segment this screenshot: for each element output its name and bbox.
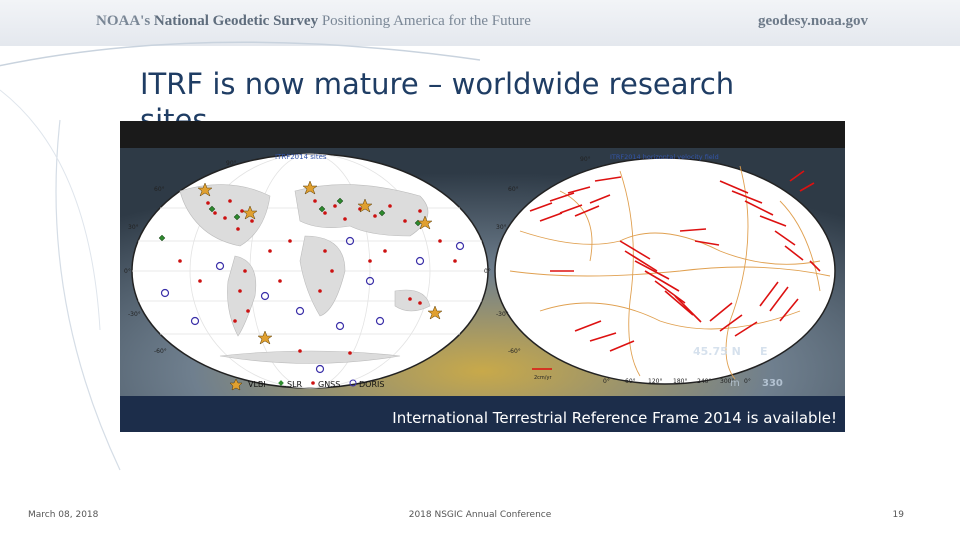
vel-lon-label-60: 60° (625, 378, 636, 385)
vel-lon-label-0: 0° (603, 378, 610, 385)
overlay-readout: 45.75 N (693, 345, 741, 358)
vel-lat-label-0: 0° (484, 268, 491, 275)
legend-doris: DORIS (359, 380, 384, 389)
lat-label-90: 90° (226, 160, 237, 167)
overlay-number: 330 (762, 378, 783, 389)
vel-lon-label-120: 120° (648, 378, 662, 385)
header-website: geodesy.noaa.gov (757, 13, 868, 29)
figure-caption: International Terrestrial Reference Fram… (392, 409, 837, 427)
velocity-scale-label: 2cm/yr (534, 375, 552, 381)
footer-conference: 2018 NSGIC Annual Conference (408, 510, 552, 520)
footer-page-number: 19 (892, 510, 904, 520)
vel-lon-label-240: 240° (697, 378, 711, 385)
legend-gnss: GNSS (318, 380, 340, 389)
legend-vlbi: VLBI (248, 380, 266, 389)
itrf-figure: ITRF2014 sites 90° 60° 30° 0° -30° -60° … (120, 121, 845, 432)
vel-lon-label-0-end: 0° (744, 378, 751, 385)
header-tagline: Positioning America for the Future (321, 13, 531, 29)
lat-label-minus60: -60° (154, 348, 167, 355)
lat-label-30: 30° (128, 224, 139, 231)
velocity-map-title: ITRF2014 horizontal velocity field (610, 153, 719, 161)
legend-gnss-marker (311, 381, 315, 385)
vel-lon-label-180: 180° (673, 378, 687, 385)
lat-label-minus30: -30° (128, 311, 141, 318)
lat-label-0: 0° (124, 268, 131, 275)
vel-lat-label-90: 90° (580, 156, 591, 163)
sites-map-title: ITRF2014 sites (275, 153, 327, 161)
velocity-map-outline (494, 157, 836, 385)
vel-lat-label-minus60: -60° (508, 348, 521, 355)
overlay-readout-2: E (760, 345, 768, 358)
header-org-prefix: NOAA's (96, 13, 151, 29)
vel-lat-label-30: 30° (496, 224, 507, 231)
overlay-unit: m (730, 378, 740, 389)
vel-lat-label-60: 60° (508, 186, 519, 193)
lat-label-60: 60° (154, 186, 165, 193)
itrf-maps-graphic: ITRF2014 sites 90° 60° 30° 0° -30° -60° … (120, 121, 845, 432)
header-org-name: National Geodetic Survey (153, 13, 319, 29)
header-band: NOAA's National Geodetic Survey Position… (0, 0, 960, 46)
legend-slr: SLR (287, 380, 303, 389)
header-org: NOAA's National Geodetic Survey Position… (96, 13, 531, 30)
vel-lat-label-minus30: -30° (496, 311, 509, 318)
